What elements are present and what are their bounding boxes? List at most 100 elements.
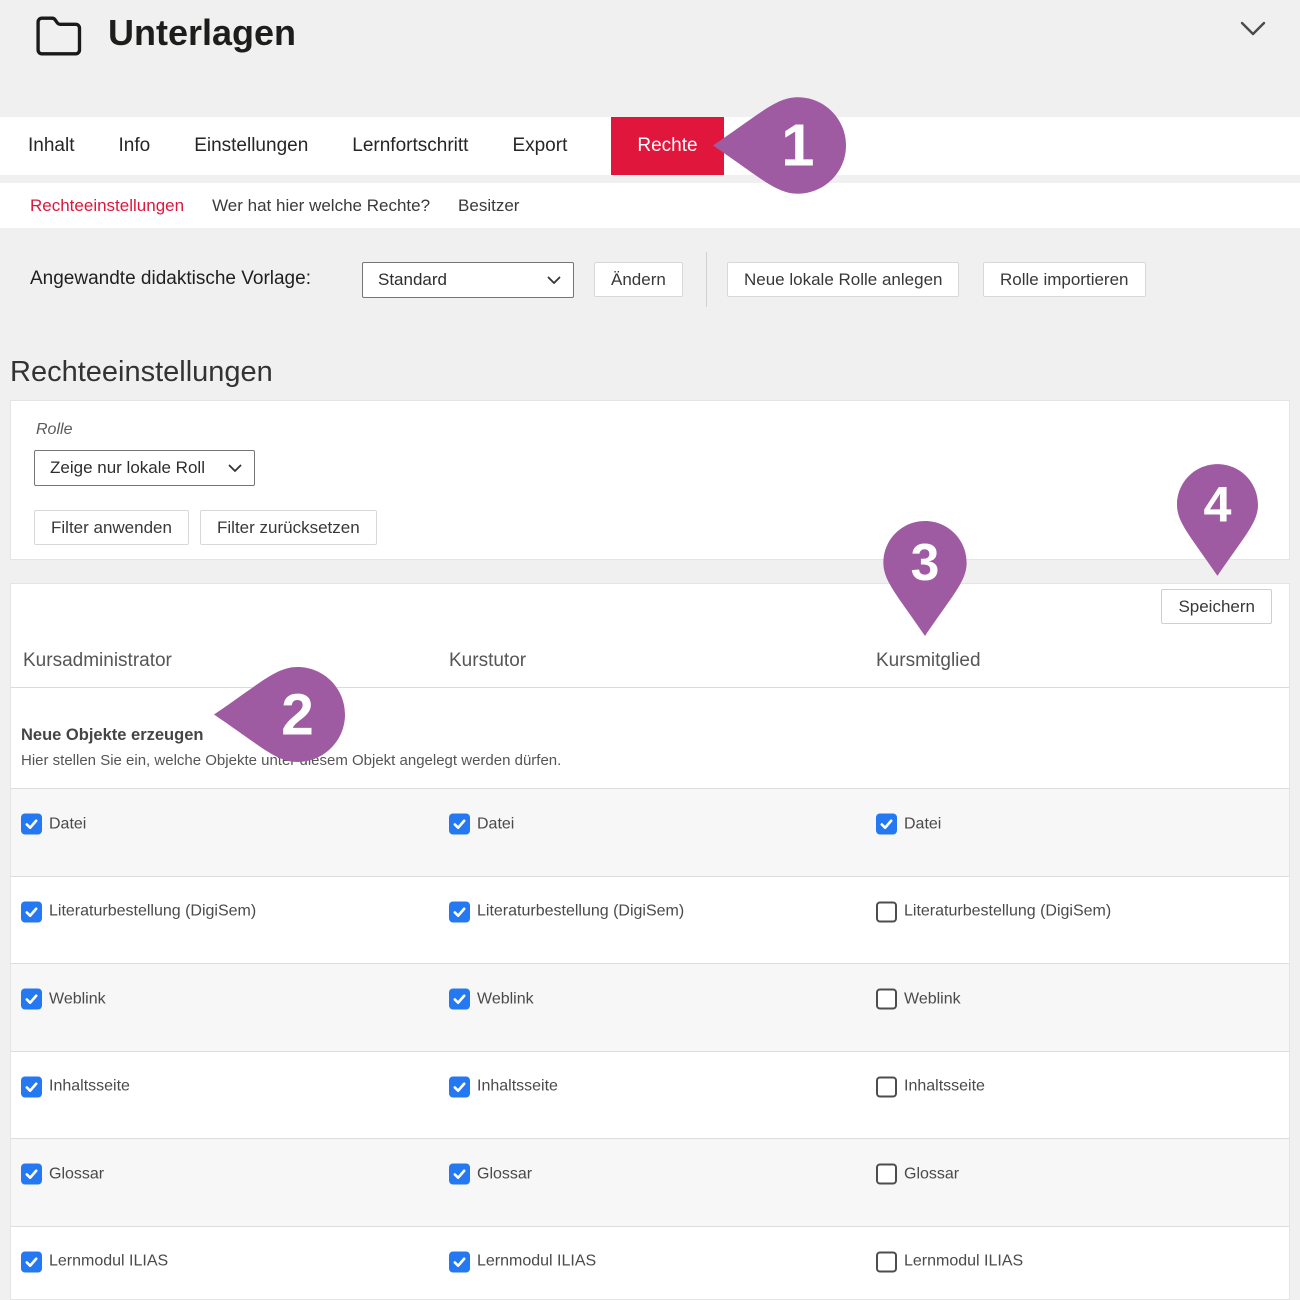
- subtab-bar: Rechteeinstellungen Wer hat hier welche R…: [0, 183, 1300, 228]
- checkbox-checked-icon[interactable]: [449, 1164, 470, 1185]
- import-role-button[interactable]: Rolle importieren: [983, 262, 1146, 297]
- apply-filter-button[interactable]: Filter anwenden: [34, 510, 189, 545]
- checkbox-checked-icon[interactable]: [21, 1164, 42, 1185]
- table-row: Glossar Glossar Glossar: [11, 1138, 1289, 1226]
- didactic-template-select[interactable]: Standard: [362, 262, 574, 298]
- permission-inhaltsseite-kursmitglied[interactable]: Inhaltsseite: [876, 1076, 985, 1097]
- permission-label: Literaturbestellung (DigiSem): [49, 904, 256, 920]
- role-filter-label: Rolle: [36, 421, 72, 439]
- permission-lernmodul-ilias-kursadministrator[interactable]: Lernmodul ILIAS: [21, 1251, 168, 1272]
- permission-datei-kursmitglied[interactable]: Datei: [876, 814, 941, 835]
- change-template-button[interactable]: Ändern: [594, 262, 683, 297]
- page: Unterlagen Inhalt Info Einstellungen Lernfo…: [0, 0, 1300, 1300]
- rights-settings-heading: Rechteeinstellungen: [10, 356, 273, 389]
- table-row: Weblink Weblink Weblink: [11, 963, 1289, 1051]
- table-row: Inhaltsseite Inhaltsseite Inhaltsseite: [11, 1051, 1289, 1139]
- tab-einstellungen[interactable]: Einstellungen: [194, 117, 308, 175]
- checkbox-unchecked-icon[interactable]: [876, 1251, 897, 1272]
- subtab-besitzer[interactable]: Besitzer: [458, 196, 519, 216]
- permission-label: Inhaltsseite: [477, 1079, 558, 1095]
- permission-weblink-kursadministrator[interactable]: Weblink: [21, 989, 106, 1010]
- checkbox-unchecked-icon[interactable]: [876, 901, 897, 922]
- checkbox-checked-icon[interactable]: [21, 901, 42, 922]
- checkbox-unchecked-icon[interactable]: [876, 1076, 897, 1097]
- tab-lernfortschritt[interactable]: Lernfortschritt: [352, 117, 468, 175]
- table-row: Lernmodul ILIAS Lernmodul ILIAS Lernmodul …: [11, 1226, 1289, 1300]
- permission-label: Inhaltsseite: [49, 1079, 130, 1095]
- checkbox-checked-icon[interactable]: [449, 1076, 470, 1097]
- permission-datei-kurstutor[interactable]: Datei: [449, 814, 514, 835]
- permission-literaturbestellung-digisem-kurstutor[interactable]: Literaturbestellung (DigiSem): [449, 901, 684, 922]
- permission-glossar-kurstutor[interactable]: Glossar: [449, 1164, 532, 1185]
- tab-info[interactable]: Info: [118, 117, 150, 175]
- permission-label: Weblink: [49, 991, 106, 1007]
- permission-label: Glossar: [49, 1166, 104, 1182]
- chevron-down-icon: [547, 276, 561, 285]
- permission-rows: Datei Datei Datei Literaturbestellung (Digi…: [11, 788, 1289, 1300]
- permission-label: Inhaltsseite: [904, 1079, 985, 1095]
- checkbox-checked-icon[interactable]: [21, 989, 42, 1010]
- subtab-rechteeinstellungen[interactable]: Rechteeinstellungen: [30, 196, 184, 216]
- checkbox-checked-icon[interactable]: [21, 814, 42, 835]
- checkbox-checked-icon[interactable]: [876, 814, 897, 835]
- permission-label: Lernmodul ILIAS: [904, 1254, 1023, 1270]
- permission-label: Glossar: [477, 1166, 532, 1182]
- permissions-table: Speichern Kursadministrator Kurstutor Kurs…: [10, 583, 1290, 1300]
- role-filter-select[interactable]: Zeige nur lokale Roll: [34, 450, 255, 486]
- permission-label: Weblink: [477, 991, 534, 1007]
- tab-inhalt[interactable]: Inhalt: [28, 117, 74, 175]
- section-title: Neue Objekte erzeugen: [21, 726, 203, 745]
- permission-inhaltsseite-kurstutor[interactable]: Inhaltsseite: [449, 1076, 558, 1097]
- chevron-down-icon: [228, 464, 242, 473]
- permission-weblink-kursmitglied[interactable]: Weblink: [876, 989, 961, 1010]
- permission-label: Datei: [49, 816, 86, 832]
- permission-label: Datei: [904, 816, 941, 832]
- section-description: Hier stellen Sie ein, welche Objekte unt…: [21, 752, 561, 769]
- permission-inhaltsseite-kursadministrator[interactable]: Inhaltsseite: [21, 1076, 130, 1097]
- section-header: Neue Objekte erzeugen Hier stellen Sie e…: [11, 687, 1289, 788]
- permission-lernmodul-ilias-kurstutor[interactable]: Lernmodul ILIAS: [449, 1251, 596, 1272]
- vertical-divider: [706, 252, 707, 307]
- permission-glossar-kursadministrator[interactable]: Glossar: [21, 1164, 104, 1185]
- filter-panel: Rolle Zeige nur lokale Roll Filter anwen…: [10, 400, 1290, 560]
- permission-label: Literaturbestellung (DigiSem): [477, 904, 684, 920]
- permission-literaturbestellung-digisem-kursmitglied[interactable]: Literaturbestellung (DigiSem): [876, 901, 1111, 922]
- checkbox-checked-icon[interactable]: [21, 1076, 42, 1097]
- permission-literaturbestellung-digisem-kursadministrator[interactable]: Literaturbestellung (DigiSem): [21, 901, 256, 922]
- checkbox-checked-icon[interactable]: [449, 814, 470, 835]
- save-button[interactable]: Speichern: [1161, 589, 1272, 624]
- table-row: Literaturbestellung (DigiSem) Literaturbe…: [11, 876, 1289, 964]
- didactic-template-value: Standard: [378, 270, 447, 290]
- checkbox-checked-icon[interactable]: [449, 989, 470, 1010]
- role-header-kursadministrator: Kursadministrator: [23, 650, 172, 672]
- permission-label: Weblink: [904, 991, 961, 1007]
- checkbox-unchecked-icon[interactable]: [876, 989, 897, 1010]
- checkbox-checked-icon[interactable]: [449, 1251, 470, 1272]
- permission-weblink-kurstutor[interactable]: Weblink: [449, 989, 534, 1010]
- tab-bar: Inhalt Info Einstellungen Lernfortschritt Ex…: [0, 117, 1300, 175]
- subtab-wer-hat-hier-welche-rechte[interactable]: Wer hat hier welche Rechte?: [212, 196, 430, 216]
- checkbox-checked-icon[interactable]: [449, 901, 470, 922]
- chevron-down-icon[interactable]: [1240, 20, 1266, 37]
- checkbox-checked-icon[interactable]: [21, 1251, 42, 1272]
- folder-icon: [33, 13, 85, 59]
- reset-filter-button[interactable]: Filter zurücksetzen: [200, 510, 377, 545]
- page-title: Unterlagen: [108, 12, 296, 54]
- permission-label: Datei: [477, 816, 514, 832]
- new-local-role-button[interactable]: Neue lokale Rolle anlegen: [727, 262, 959, 297]
- checkbox-unchecked-icon[interactable]: [876, 1164, 897, 1185]
- permission-label: Lernmodul ILIAS: [477, 1254, 596, 1270]
- role-filter-value: Zeige nur lokale Roll: [50, 458, 205, 478]
- role-header-kurstutor: Kurstutor: [449, 650, 526, 672]
- tab-rechte[interactable]: Rechte: [611, 117, 723, 175]
- table-row: Datei Datei Datei: [11, 788, 1289, 876]
- permission-label: Literaturbestellung (DigiSem): [904, 904, 1111, 920]
- permission-glossar-kursmitglied[interactable]: Glossar: [876, 1164, 959, 1185]
- permission-label: Glossar: [904, 1166, 959, 1182]
- permission-datei-kursadministrator[interactable]: Datei: [21, 814, 86, 835]
- role-header-kursmitglied: Kursmitglied: [876, 650, 981, 672]
- didactic-template-label: Angewandte didaktische Vorlage:: [30, 268, 311, 290]
- tab-export[interactable]: Export: [512, 117, 567, 175]
- permission-lernmodul-ilias-kursmitglied[interactable]: Lernmodul ILIAS: [876, 1251, 1023, 1272]
- permission-label: Lernmodul ILIAS: [49, 1254, 168, 1270]
